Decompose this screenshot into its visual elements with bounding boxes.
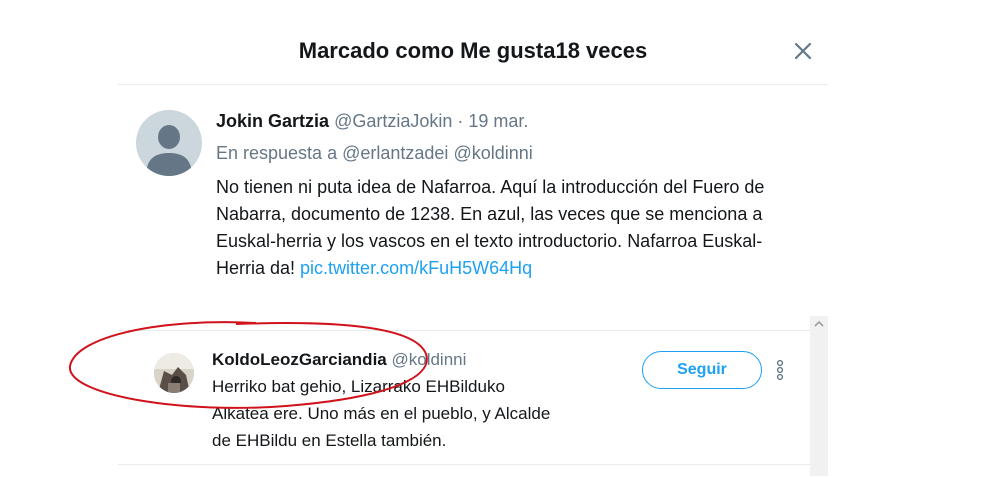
tweet-header: Jokin Gartzia @GartziaJokin · 19 mar. [216, 110, 816, 132]
close-icon [794, 42, 812, 60]
avatar[interactable] [154, 353, 194, 393]
scrollbar[interactable] [810, 316, 828, 476]
reply-prefix: En respuesta a [216, 143, 338, 163]
likers-list: KoldoLeozGarciandia @koldinni Herriko ba… [118, 330, 810, 477]
tweet-separator: · [457, 111, 464, 131]
tweet-date[interactable]: 19 mar. [468, 111, 528, 131]
reply-mention[interactable]: @koldinni [453, 143, 532, 163]
reply-context: En respuesta a @erlantzadei @koldinni [216, 142, 816, 164]
tweet-media-link[interactable]: pic.twitter.com/kFuH5W64Hq [300, 258, 532, 278]
list-divider [118, 464, 810, 465]
close-button[interactable] [790, 38, 816, 64]
tweet-author-name[interactable]: Jokin Gartzia [216, 111, 329, 131]
default-avatar[interactable] [136, 110, 202, 176]
tweet-text: No tienen ni puta idea de Nafarroa. Aquí… [216, 174, 806, 282]
more-options-button[interactable] [772, 357, 788, 383]
scroll-up-button[interactable] [810, 316, 828, 332]
user-info: KoldoLeozGarciandia @koldinni Herriko ba… [212, 349, 552, 454]
header-divider [118, 84, 828, 85]
user-bio: Herriko bat gehio, Lizarrako EHBilduko A… [212, 377, 551, 450]
more-vertical-icon [776, 359, 784, 381]
default-profile-icon [146, 125, 192, 176]
user-name[interactable]: KoldoLeozGarciandia [212, 350, 387, 369]
tweet-body: Jokin Gartzia @GartziaJokin · 19 mar. En… [216, 110, 816, 282]
scrollbar-track[interactable] [812, 336, 826, 476]
user-photo-icon [154, 353, 194, 393]
follow-button[interactable]: Seguir [642, 351, 762, 389]
scroll-up-arrow-icon [814, 320, 824, 327]
user-handle[interactable]: @koldinni [391, 350, 466, 369]
tweet-author-handle[interactable]: @GartziaJokin [334, 111, 452, 131]
reply-mention[interactable]: @erlantzadei [342, 143, 448, 163]
user-header: KoldoLeozGarciandia @koldinni [212, 349, 552, 371]
